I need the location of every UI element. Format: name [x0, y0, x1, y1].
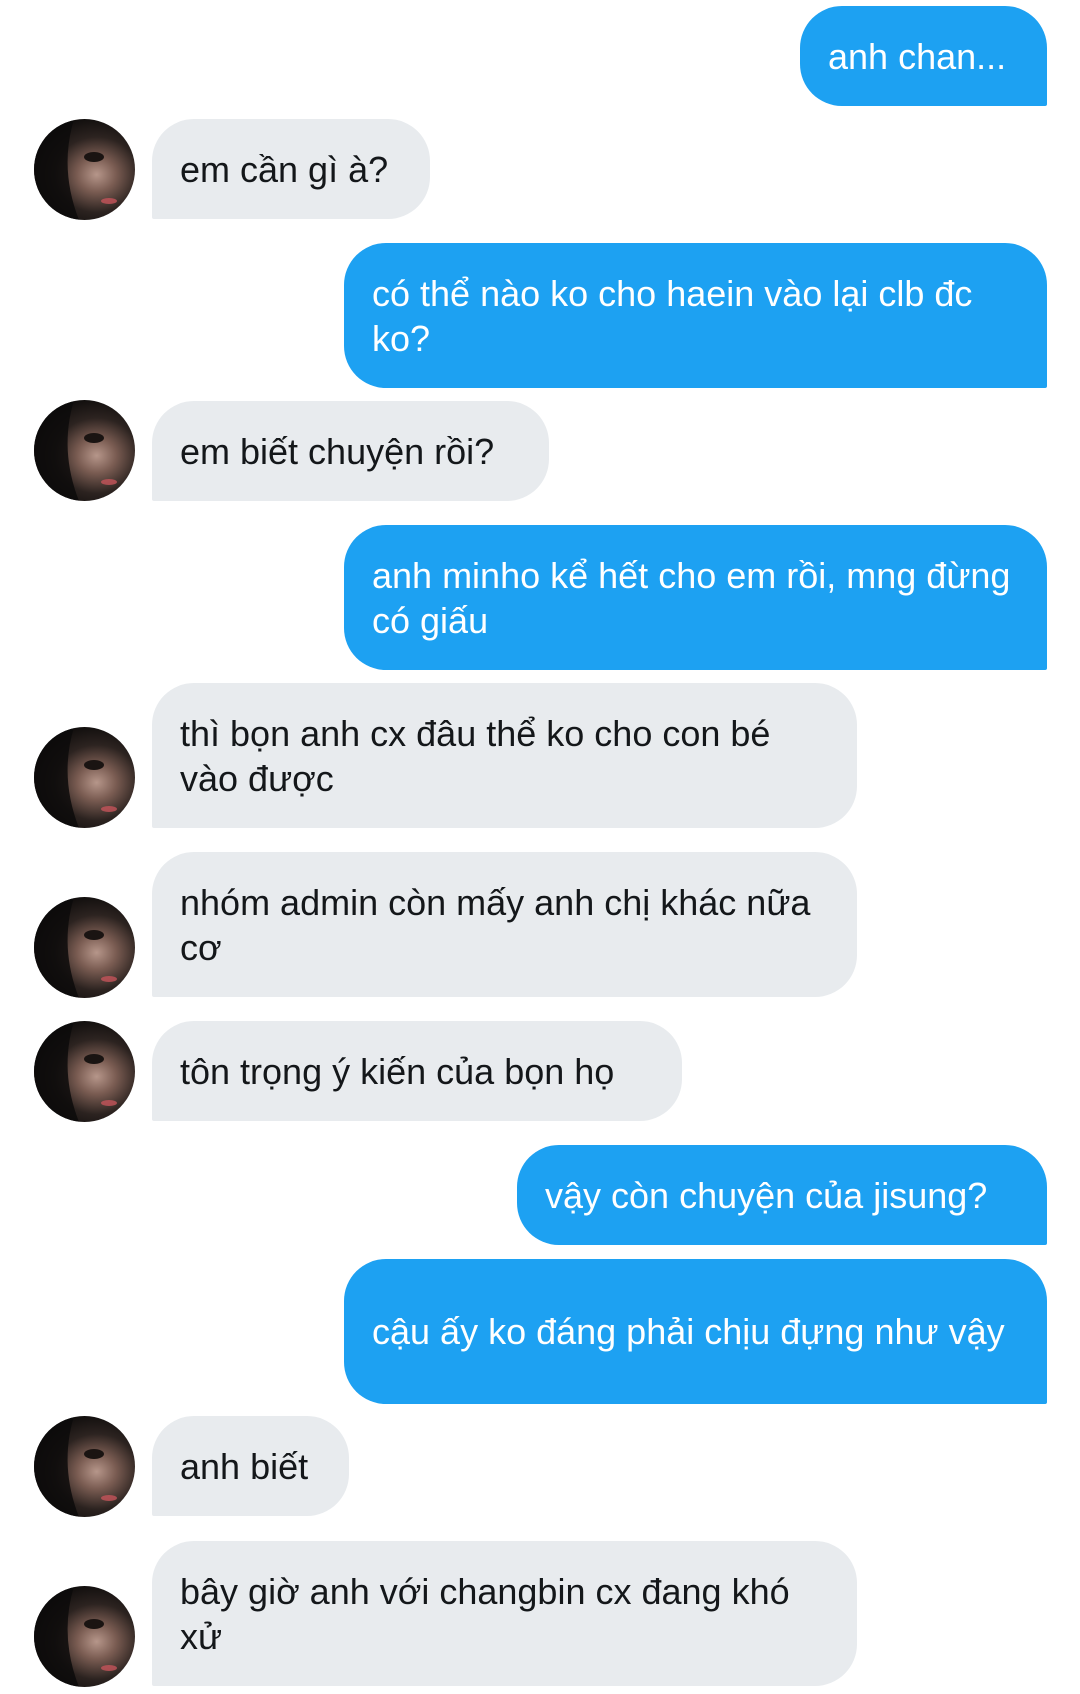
- sent-message-bubble[interactable]: vậy còn chuyện của jisung?: [517, 1145, 1047, 1245]
- person-avatar-photo-icon: [34, 400, 117, 501]
- message-text: bây giờ anh với changbin cx đang khó xử: [180, 1570, 800, 1657]
- message-text: em biết chuyện rồi?: [180, 430, 495, 472]
- contact-avatar[interactable]: [34, 1021, 135, 1122]
- message-text: có thể nào ko cho haein vào lại clb đc k…: [372, 272, 983, 359]
- message-text: anh minho kể hết cho em rồi, mng đừng có…: [372, 554, 1021, 641]
- received-message-bubble[interactable]: em cần gì à?: [152, 119, 430, 219]
- contact-avatar[interactable]: [34, 1416, 135, 1517]
- contact-avatar[interactable]: [34, 119, 135, 220]
- message-text: tôn trọng ý kiến của bọn họ: [180, 1050, 615, 1092]
- received-message-bubble[interactable]: bây giờ anh với changbin cx đang khó xử: [152, 1541, 857, 1686]
- received-message-bubble[interactable]: tôn trọng ý kiến của bọn họ: [152, 1021, 682, 1121]
- contact-avatar[interactable]: [34, 897, 135, 998]
- received-message-bubble[interactable]: anh biết: [152, 1416, 349, 1516]
- sent-message-bubble[interactable]: anh chan...: [800, 6, 1047, 106]
- contact-avatar[interactable]: [34, 400, 135, 501]
- person-avatar-photo-icon: [34, 1416, 117, 1517]
- person-avatar-photo-icon: [34, 727, 117, 828]
- person-avatar-photo-icon: [34, 1586, 117, 1687]
- person-avatar-photo-icon: [34, 119, 117, 220]
- sent-message-bubble[interactable]: cậu ấy ko đáng phải chịu đựng như vậy: [344, 1259, 1047, 1404]
- sent-message-bubble[interactable]: anh minho kể hết cho em rồi, mng đừng có…: [344, 525, 1047, 670]
- person-avatar-photo-icon: [34, 1021, 117, 1122]
- chat-thread[interactable]: anh chan... em cần gì à? có thể nào ko c…: [0, 0, 1080, 1694]
- contact-avatar[interactable]: [34, 1586, 135, 1687]
- message-text: anh chan...: [828, 35, 1007, 77]
- message-text: thì bọn anh cx đâu thể ko cho con bé vào…: [180, 712, 781, 799]
- received-message-bubble[interactable]: nhóm admin còn mấy anh chị khác nữa cơ: [152, 852, 857, 997]
- received-message-bubble[interactable]: em biết chuyện rồi?: [152, 401, 549, 501]
- received-message-bubble[interactable]: thì bọn anh cx đâu thể ko cho con bé vào…: [152, 683, 857, 828]
- person-avatar-photo-icon: [34, 897, 117, 998]
- message-text: nhóm admin còn mấy anh chị khác nữa cơ: [180, 881, 821, 968]
- contact-avatar[interactable]: [34, 727, 135, 828]
- sent-message-bubble[interactable]: có thể nào ko cho haein vào lại clb đc k…: [344, 243, 1047, 388]
- message-text: cậu ấy ko đáng phải chịu đựng như vậy: [372, 1311, 1005, 1352]
- message-text: vậy còn chuyện của jisung?: [545, 1174, 988, 1216]
- message-text: em cần gì à?: [180, 148, 389, 190]
- message-text: anh biết: [180, 1445, 309, 1487]
